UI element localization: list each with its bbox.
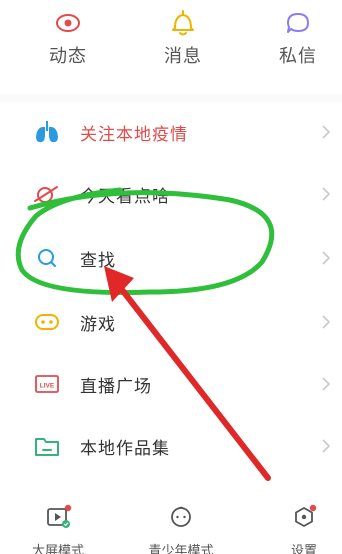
- menu-label-local-epidemic: 关注本地疫情: [80, 125, 188, 145]
- teen-mode-label: 青少年模式: [148, 544, 214, 554]
- settings-label: 设置: [290, 544, 317, 554]
- folder-icon: [35, 438, 59, 456]
- tv-play-icon: [47, 504, 72, 528]
- messages-label: 消息: [164, 46, 202, 67]
- menu-label-live-square: 直播广场: [80, 377, 152, 397]
- menu-label-search: 查找: [80, 251, 116, 271]
- gear-hex-icon: [295, 504, 317, 527]
- menu-item-local-epidemic[interactable]: 关注本地疫情: [0, 100, 342, 164]
- teen-face-icon: [171, 506, 191, 527]
- settings-button[interactable]: 设置: [254, 490, 342, 554]
- private-messages-label: 私信: [279, 46, 317, 67]
- dynamics-button[interactable]: 动态: [18, 0, 118, 92]
- search-icon: [38, 249, 56, 267]
- dynamics-label: 动态: [49, 46, 87, 67]
- menu-label-local-works: 本地作品集: [80, 439, 170, 459]
- menu-label-whats-on-today: 今天看点啥: [80, 187, 170, 207]
- big-screen-mode-label: 大屏模式: [31, 544, 84, 554]
- top-quick-actions: 动态 消息 私信: [0, 0, 342, 92]
- chevron-right-icon: [322, 439, 331, 453]
- menu-item-whats-on-today[interactable]: 今天看点啥: [0, 162, 342, 226]
- app-menu-screen: 动态 消息 私信 关注本地疫情 今天看点啥 查找 游戏 LIVE 直播广场 本地…: [0, 0, 342, 554]
- menu-item-search[interactable]: 查找: [0, 226, 342, 290]
- menu-item-local-works[interactable]: 本地作品集: [0, 414, 342, 478]
- live-icon: LIVE: [35, 375, 59, 393]
- chevron-right-icon: [322, 315, 331, 329]
- menu-item-games[interactable]: 游戏: [0, 290, 342, 354]
- messages-button[interactable]: 消息: [133, 0, 233, 92]
- chevron-right-icon: [322, 187, 331, 201]
- lungs-icon: [36, 121, 58, 143]
- bell-icon: [172, 10, 194, 36]
- menu-label-games: 游戏: [80, 315, 116, 335]
- planet-icon: [34, 186, 58, 203]
- big-screen-mode-button[interactable]: 大屏模式: [8, 490, 108, 554]
- private-messages-button[interactable]: 私信: [248, 0, 342, 92]
- chevron-right-icon: [322, 125, 331, 139]
- chevron-right-icon: [322, 377, 331, 391]
- teen-mode-button[interactable]: 青少年模式: [131, 490, 231, 554]
- svg-text:LIVE: LIVE: [40, 383, 55, 390]
- gamepad-icon: [35, 314, 59, 330]
- chevron-right-icon: [322, 251, 331, 265]
- bottom-bar: 大屏模式 青少年模式 设置: [0, 490, 342, 554]
- chat-bubble-icon: [287, 13, 309, 33]
- menu-item-live-square[interactable]: LIVE 直播广场: [0, 352, 342, 416]
- eye-icon: [56, 14, 80, 32]
